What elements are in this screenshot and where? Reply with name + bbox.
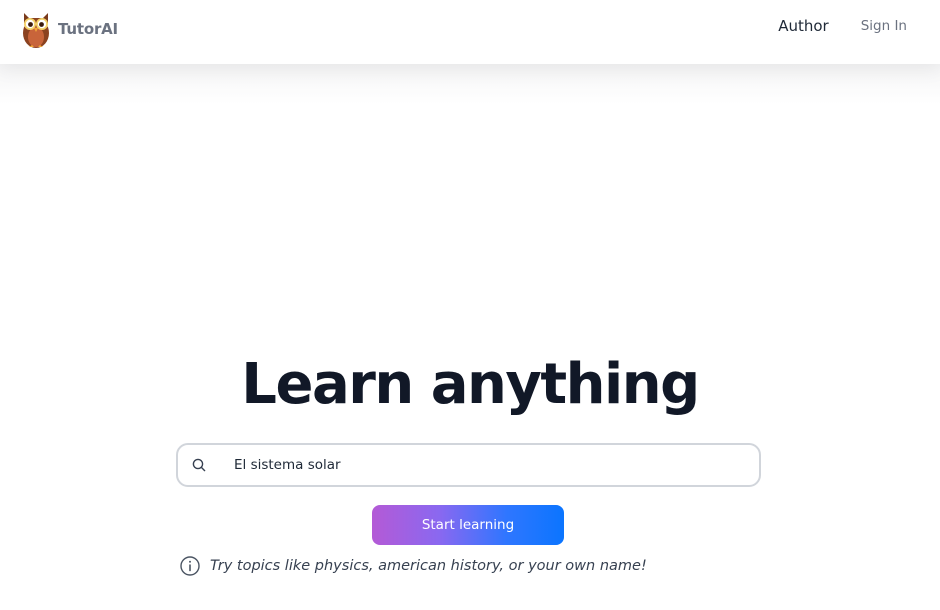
- hero-title: Learn anything: [241, 352, 700, 417]
- search-input[interactable]: [234, 445, 734, 485]
- nav-author-link[interactable]: Author: [778, 17, 829, 35]
- brand-name: TutorAI: [58, 20, 118, 38]
- top-navbar: TutorAI Author Sign In: [0, 0, 940, 64]
- search-icon: [192, 458, 206, 472]
- hint-text: Try topics like physics, american histor…: [210, 558, 647, 574]
- nav-links: Author Sign In: [778, 17, 907, 35]
- header-shadow: [0, 64, 940, 104]
- nav-sign-in-link[interactable]: Sign In: [861, 18, 907, 34]
- owl-logo-icon: [23, 13, 49, 48]
- search-box[interactable]: [176, 443, 761, 487]
- info-icon: [180, 556, 200, 576]
- start-learning-button[interactable]: Start learning: [372, 505, 564, 545]
- topic-hint: Try topics like physics, american histor…: [179, 555, 647, 577]
- brand-link[interactable]: TutorAI: [20, 8, 118, 50]
